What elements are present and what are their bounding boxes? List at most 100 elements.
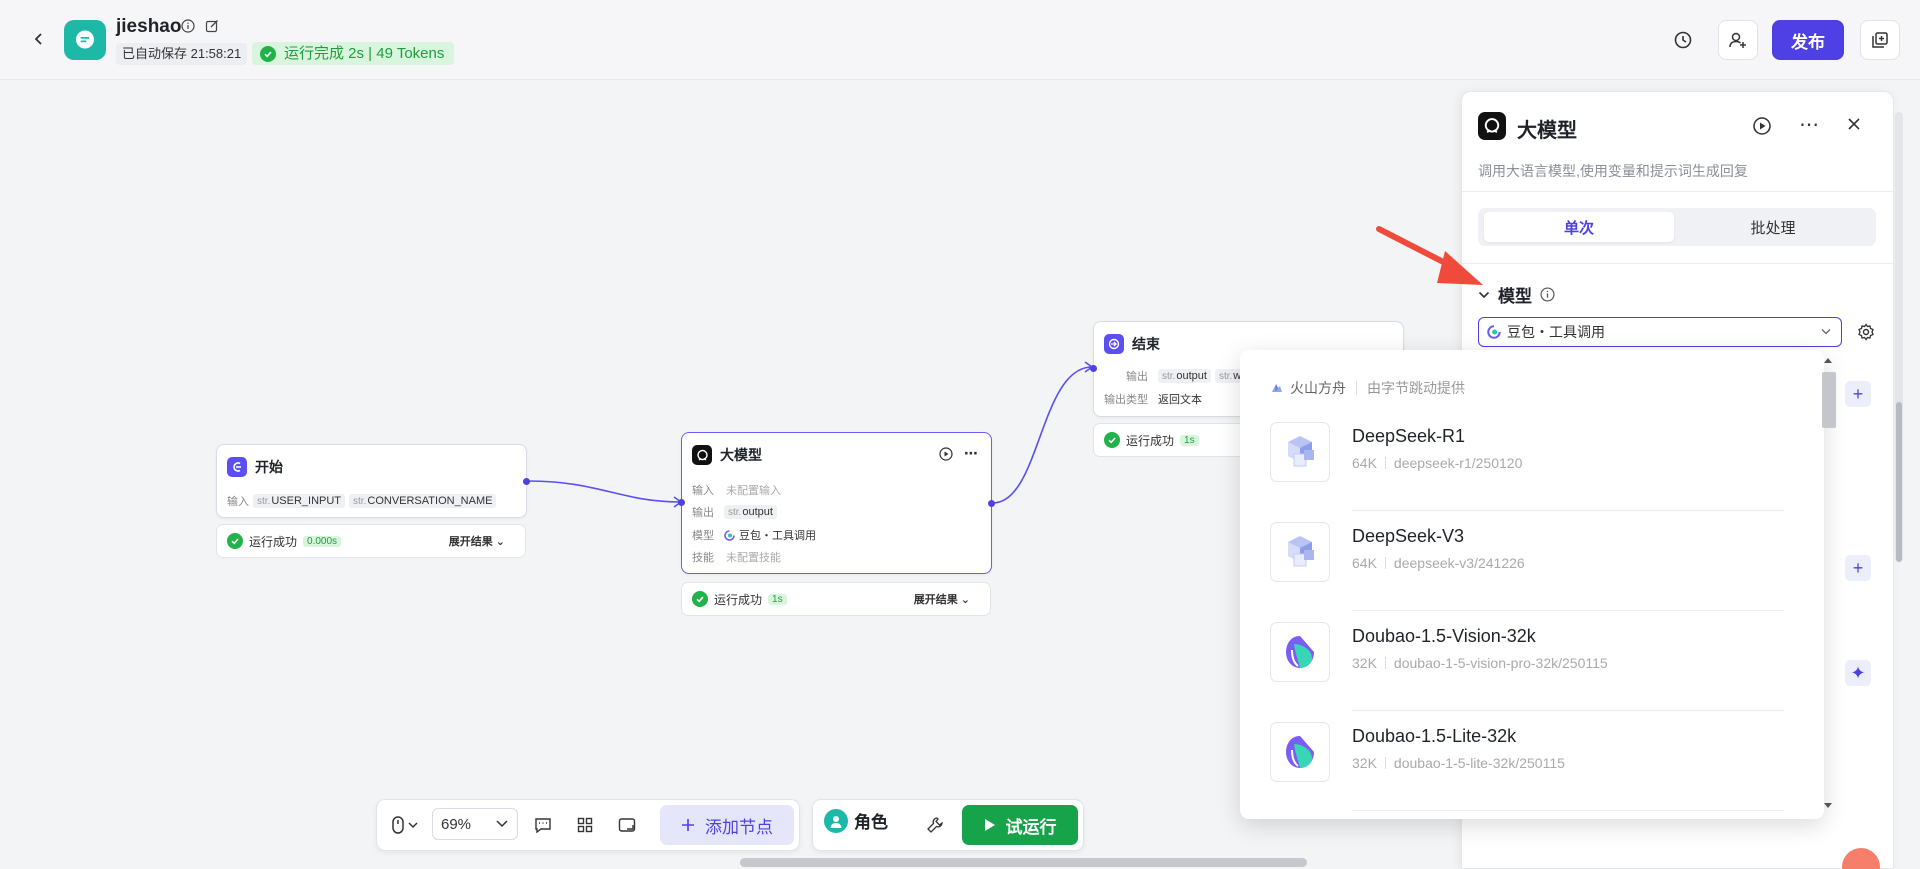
- status-text: 运行成功: [714, 592, 763, 607]
- model-option-deepseek-r1[interactable]: DeepSeek-R1 64K deepseek-r1/250120: [1270, 410, 1784, 511]
- interaction-mode-button[interactable]: [386, 810, 424, 840]
- close-icon[interactable]: [1846, 116, 1862, 135]
- status-text: 运行成功: [1126, 433, 1175, 448]
- model-name: DeepSeek-V3: [1352, 526, 1465, 546]
- time-tag: 0.000s: [303, 535, 342, 547]
- expand-result-button[interactable]: 展开结果 ⌄: [449, 533, 505, 549]
- start-run-status: 运行成功 0.000s 展开结果 ⌄: [216, 524, 526, 558]
- start-icon: [227, 457, 247, 477]
- minimap-icon: [618, 818, 636, 832]
- mouse-icon: [392, 816, 418, 834]
- info-icon[interactable]: [1540, 287, 1555, 302]
- skill-value: 未配置技能: [726, 552, 781, 564]
- mode-tabs: 单次 批处理: [1478, 208, 1876, 246]
- doubao-icon: [1487, 325, 1501, 339]
- prompt-optimize-button[interactable]: ✦: [1845, 660, 1871, 686]
- output-label: 输出: [1126, 371, 1148, 383]
- input-port[interactable]: [1090, 365, 1097, 372]
- check-circle-icon: [692, 591, 708, 607]
- zoom-value: 69%: [441, 815, 472, 833]
- model-context: 32K: [1352, 755, 1377, 771]
- role-button[interactable]: 角色: [824, 808, 888, 833]
- output-tag: str.output: [1158, 369, 1211, 383]
- model-name: Doubao-1.5-Lite-32k: [1352, 726, 1517, 746]
- plus-icon: [682, 819, 694, 831]
- panel-scrollbar[interactable]: [1895, 112, 1903, 562]
- model-option-doubao-lite[interactable]: Doubao-1.5-Lite-32k 32K doubao-1-5-lite-3…: [1270, 710, 1784, 811]
- add-skill-button[interactable]: +: [1845, 555, 1871, 581]
- role-label: 角色: [854, 813, 888, 832]
- model-id: deepseek-v3/241226: [1393, 555, 1525, 571]
- zoom-select[interactable]: 69%: [432, 808, 518, 840]
- input-label: 输入: [227, 496, 249, 508]
- avatar: [824, 808, 848, 833]
- output-label: 输出: [692, 507, 714, 519]
- trial-run-label: 试运行: [1005, 817, 1057, 837]
- test-run-icon[interactable]: [1752, 116, 1772, 139]
- input-label: 输入: [692, 485, 714, 497]
- provider-header: 火山方舟 由字节跳动提供: [1270, 378, 1465, 398]
- output-type-label: 输出类型: [1104, 394, 1148, 406]
- expand-result-button[interactable]: 展开结果 ⌄: [914, 591, 970, 607]
- end-icon: [1104, 334, 1124, 354]
- cube-icon: [1270, 422, 1330, 482]
- more-icon[interactable]: ⋯: [964, 445, 978, 462]
- model-id: doubao-1-5-vision-pro-32k/250115: [1393, 655, 1608, 671]
- input-tag: str.CONVERSATION_NAME: [349, 494, 497, 508]
- comment-button[interactable]: [528, 810, 558, 840]
- model-context: 64K: [1352, 455, 1377, 471]
- chevron-down-icon: [1821, 329, 1831, 335]
- doubao-icon: [1270, 722, 1330, 782]
- output-type-value: 返回文本: [1158, 394, 1202, 406]
- llm-icon: [1478, 112, 1506, 140]
- time-tag: 1s: [1180, 434, 1199, 446]
- doubao-icon: [724, 529, 735, 541]
- provider-name: 火山方舟: [1290, 380, 1346, 396]
- layout-button[interactable]: [570, 810, 600, 840]
- gear-icon: [1858, 323, 1874, 341]
- start-node[interactable]: 开始 输入 str.USER_INPUT str.CONVERSATION_NA…: [216, 444, 530, 518]
- model-name: DeepSeek-R1: [1352, 426, 1466, 446]
- add-node-button[interactable]: 添加节点: [660, 805, 794, 845]
- panel-description: 调用大语言模型,使用变量和提示词生成回复: [1478, 163, 1748, 179]
- model-settings-button[interactable]: [1855, 321, 1877, 343]
- model-id: deepseek-r1/250120: [1393, 455, 1523, 471]
- person-icon: [830, 815, 842, 828]
- provider-by: 由字节跳动提供: [1367, 380, 1465, 396]
- start-node-title: 开始: [255, 459, 283, 475]
- model-name: Doubao-1.5-Vision-32k: [1352, 626, 1536, 646]
- selected-model: 豆包・工具调用: [1507, 324, 1605, 340]
- llm-node[interactable]: 大模型 ⋯ 输入 未配置输入 输出 str.output 模型 豆包・工具调用 技能…: [678, 432, 995, 574]
- status-text: 运行成功: [249, 534, 298, 549]
- trial-run-button[interactable]: 试运行: [962, 805, 1078, 845]
- minimap-button[interactable]: [612, 810, 642, 840]
- tab-batch[interactable]: 批处理: [1678, 212, 1868, 242]
- more-icon[interactable]: ⋯: [1799, 112, 1819, 137]
- play-icon[interactable]: [939, 447, 953, 464]
- wrench-icon: [927, 817, 943, 833]
- output-port[interactable]: [523, 478, 530, 485]
- panel-title: 大模型: [1517, 120, 1577, 142]
- input-tag: str.USER_INPUT: [253, 494, 346, 508]
- llm-run-status: 运行成功 1s 展开结果 ⌄: [681, 582, 991, 616]
- edge-start-llm: [527, 480, 682, 503]
- end-node-title: 结束: [1132, 336, 1160, 352]
- model-option-deepseek-v3[interactable]: DeepSeek-V3 64K deepseek-v3/241226: [1270, 510, 1784, 611]
- canvas-horizontal-scrollbar[interactable]: [740, 858, 1307, 867]
- add-node-label: 添加节点: [705, 817, 773, 837]
- model-value: 豆包・工具调用: [739, 530, 816, 542]
- output-port[interactable]: [988, 500, 995, 507]
- time-tag: 1s: [768, 593, 787, 605]
- play-icon: [984, 819, 995, 831]
- add-input-button[interactable]: +: [1845, 381, 1871, 407]
- tools-button[interactable]: [920, 810, 950, 840]
- tab-single[interactable]: 单次: [1484, 212, 1674, 242]
- dropdown-scrollbar[interactable]: [1820, 356, 1836, 814]
- model-context: 64K: [1352, 555, 1377, 571]
- edge-llm-end: [992, 366, 1093, 504]
- model-select[interactable]: 豆包・工具调用: [1478, 317, 1842, 347]
- input-port[interactable]: [678, 499, 685, 506]
- model-label: 模型: [692, 530, 714, 542]
- scroll-up-icon: [1824, 358, 1832, 363]
- model-option-doubao-vision[interactable]: Doubao-1.5-Vision-32k 32K doubao-1-5-visi…: [1270, 610, 1784, 711]
